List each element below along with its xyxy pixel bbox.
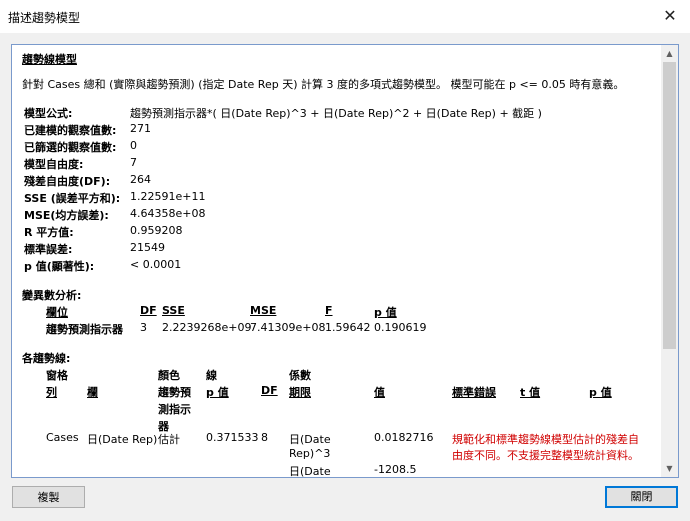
stat-label: 已篩選的觀察值數: bbox=[24, 141, 117, 154]
stat-value: < 0.0001 bbox=[130, 258, 182, 271]
stat-value: 0.959208 bbox=[130, 224, 183, 237]
lines-cell-row: Cases bbox=[46, 431, 79, 444]
lines-cell-term-line2: Rep)^3 bbox=[289, 447, 331, 460]
lines-header-p: p 值 bbox=[206, 386, 229, 399]
stat-label: R 平方值: bbox=[24, 226, 74, 239]
report-content: 趨勢線模型 針對 Cases 總和 (實際與趨勢預測) (指定 Date Rep… bbox=[12, 45, 660, 477]
lines-cell-color: 估計 bbox=[158, 433, 180, 446]
scroll-down-icon[interactable]: ▼ bbox=[661, 460, 678, 477]
anova-header-field: 欄位 bbox=[46, 306, 68, 319]
title-bar: 描述趨勢模型 ✕ bbox=[0, 0, 690, 33]
lines-header-row: 列 bbox=[46, 386, 57, 399]
vertical-scrollbar[interactable]: ▲ ▼ bbox=[661, 45, 678, 477]
lines-cell-value: -1208.5 bbox=[374, 463, 417, 476]
lines-cell-value: 0.0182716 bbox=[374, 431, 434, 444]
stat-value: 4.64358e+08 bbox=[130, 207, 206, 220]
stat-value: 21549 bbox=[130, 241, 165, 254]
anova-header-df: DF bbox=[140, 304, 157, 317]
anova-header-sse: SSE bbox=[162, 304, 185, 317]
stat-value: 1.22591e+11 bbox=[130, 190, 206, 203]
stat-value: 271 bbox=[130, 122, 151, 135]
scroll-thumb[interactable] bbox=[663, 62, 676, 349]
stat-label: 模型自由度: bbox=[24, 158, 84, 171]
stat-value: 264 bbox=[130, 173, 151, 186]
lines-header-coef: 係數 bbox=[289, 369, 311, 382]
report-intro: 針對 Cases 總和 (實際與趨勢預測) (指定 Date Rep 天) 計算… bbox=[22, 78, 625, 91]
lines-header-color-sub1: 趨勢預 bbox=[158, 386, 191, 399]
lines-header-color: 顏色 bbox=[158, 369, 180, 382]
lines-header-term: 期限 bbox=[289, 386, 311, 399]
stat-label: 已建模的觀察值數: bbox=[24, 124, 117, 137]
lines-note-line1: 規範化和標準趨勢線模型估計的殘差自 bbox=[452, 433, 639, 446]
report-heading: 趨勢線模型 bbox=[22, 53, 77, 66]
lines-header-pane: 窗格 bbox=[46, 369, 68, 382]
lines-header-line: 線 bbox=[206, 369, 217, 382]
window-title: 描述趨勢模型 bbox=[8, 11, 81, 25]
stat-label: SSE (誤差平方和): bbox=[24, 192, 121, 205]
lines-header-value: 值 bbox=[374, 386, 385, 399]
anova-cell-p: 0.190619 bbox=[374, 321, 427, 334]
lines-cell-df: 8 bbox=[261, 431, 268, 444]
stat-value: 趨勢預測指示器*( 日(Date Rep)^3 + 日(Date Rep)^2 … bbox=[130, 107, 542, 120]
anova-header-mse: MSE bbox=[250, 304, 277, 317]
stat-label: 模型公式: bbox=[24, 107, 73, 120]
anova-header-f: F bbox=[325, 304, 333, 317]
lines-cell-term-line1: 日(Date bbox=[289, 433, 331, 446]
stat-value: 7 bbox=[130, 156, 137, 169]
anova-heading: 變異數分析: bbox=[22, 289, 82, 302]
anova-cell-sse: 2.2239268e+09 bbox=[162, 321, 252, 334]
stat-value: 0 bbox=[130, 139, 137, 152]
stat-label: p 值(顯著性): bbox=[24, 260, 95, 273]
lines-cell-term-line1: 日(Date bbox=[289, 465, 331, 477]
lines-cell-col: 日(Date Rep) bbox=[87, 433, 158, 446]
lines-header-col: 欄 bbox=[87, 386, 98, 399]
report-panel[interactable]: 趨勢線模型 針對 Cases 總和 (實際與趨勢預測) (指定 Date Rep… bbox=[11, 44, 679, 478]
anova-header-p: p 值 bbox=[374, 306, 397, 319]
close-button[interactable]: 關閉 bbox=[605, 486, 678, 508]
stat-label: 殘差自由度(DF): bbox=[24, 175, 111, 188]
lines-header-stderr: 標準錯誤 bbox=[452, 386, 496, 399]
lines-cell-p: 0.371533 bbox=[206, 431, 259, 444]
anova-cell-f: 1.59642 bbox=[325, 321, 371, 334]
copy-button[interactable]: 複製 bbox=[12, 486, 85, 508]
lines-header-cp: p 值 bbox=[589, 386, 612, 399]
stat-label: 標準誤差: bbox=[24, 243, 73, 256]
close-icon[interactable]: ✕ bbox=[658, 4, 682, 28]
lines-heading: 各趨勢線: bbox=[22, 352, 71, 365]
lines-header-t: t 值 bbox=[520, 386, 541, 399]
lines-header-df: DF bbox=[261, 384, 278, 397]
lines-note-line2: 由度不同。不支援完整模型統計資料。 bbox=[452, 449, 639, 462]
scroll-up-icon[interactable]: ▲ bbox=[661, 45, 678, 62]
lines-header-color-sub2: 測指示 bbox=[158, 403, 191, 416]
anova-cell-mse: 7.41309e+08 bbox=[250, 321, 326, 334]
anova-cell-field: 趨勢預測指示器 bbox=[46, 323, 123, 336]
anova-cell-df: 3 bbox=[140, 321, 147, 334]
stat-label: MSE(均方誤差): bbox=[24, 209, 109, 222]
